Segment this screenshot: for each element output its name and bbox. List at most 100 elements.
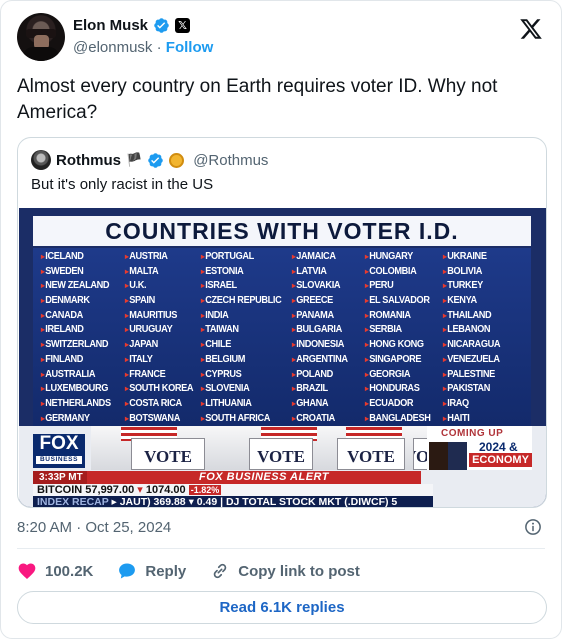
country-list: ICELAND AUSTRIA PORTUGAL JAMAICA HUNGARY UKRA… bbox=[33, 248, 531, 426]
country-item: FINLAND bbox=[41, 353, 118, 368]
country-item: ESTONIA bbox=[201, 265, 285, 280]
country-item: GHANA bbox=[292, 397, 359, 412]
country-item: INDONESIA bbox=[292, 338, 359, 353]
country-item: PERU bbox=[365, 279, 437, 294]
country-item: THAILAND bbox=[443, 309, 531, 324]
country-item: ECUADOR bbox=[365, 397, 437, 412]
alert-bar: 3:33P MT FOX BUSINESS ALERT bbox=[33, 471, 421, 484]
country-item: SWEDEN bbox=[41, 265, 118, 280]
country-item: FRANCE bbox=[125, 368, 195, 383]
country-item: PALESTINE bbox=[443, 368, 531, 383]
country-item: TURKEY bbox=[443, 279, 531, 294]
country-item: ROMANIA bbox=[365, 309, 437, 324]
country-item: JAPAN bbox=[125, 338, 195, 353]
copy-link-button[interactable]: Copy link to post bbox=[210, 561, 360, 581]
reply-button[interactable]: Reply bbox=[117, 561, 186, 581]
country-item: AUSTRIA bbox=[125, 250, 195, 265]
broadcast-lower-third: VOTE VOTE VOTE VOTE FOX BUSINESS COMING … bbox=[19, 426, 546, 507]
country-item: LATVIA bbox=[292, 265, 359, 280]
country-item: BANGLADESH bbox=[365, 412, 437, 427]
country-item: SOUTH KOREA bbox=[125, 382, 195, 397]
follow-button[interactable]: Follow bbox=[166, 39, 214, 56]
country-item: LITHUANIA bbox=[201, 397, 285, 412]
country-item: BOLIVIA bbox=[443, 265, 531, 280]
network-logo: FOX BUSINESS bbox=[33, 434, 85, 468]
coming-up-panel: COMING UP 2024 & ECONOMY bbox=[427, 426, 532, 470]
country-item: IRELAND bbox=[41, 323, 118, 338]
like-button[interactable]: 100.2K bbox=[17, 561, 93, 581]
quoted-author-name: Rothmus bbox=[56, 151, 121, 169]
country-item: HUNGARY bbox=[365, 250, 437, 265]
country-item: URUGUAY bbox=[125, 323, 195, 338]
country-item: CROATIA bbox=[292, 412, 359, 427]
country-item: PANAMA bbox=[292, 309, 359, 324]
country-item: ITALY bbox=[125, 353, 195, 368]
country-item: BULGARIA bbox=[292, 323, 359, 338]
country-item: HONDURAS bbox=[365, 382, 437, 397]
author-avatar[interactable] bbox=[17, 13, 65, 61]
tweet-timestamp[interactable]: 8:20 AM · Oct 25, 2024 bbox=[17, 519, 171, 536]
alert-time: 3:33P MT bbox=[33, 471, 87, 484]
country-item: EL SALVADOR bbox=[365, 294, 437, 309]
link-icon bbox=[213, 563, 227, 579]
x-logo-icon[interactable] bbox=[519, 17, 543, 41]
country-item: NEW ZEALAND bbox=[41, 279, 118, 294]
quoted-author-handle: @Rothmus bbox=[193, 151, 269, 169]
verified-badge-icon bbox=[148, 152, 163, 168]
quoted-text: But it's only racist in the US bbox=[31, 176, 214, 193]
country-item: CYPRUS bbox=[201, 368, 285, 383]
action-bar: 100.2K Reply Copy link to post bbox=[17, 558, 384, 584]
country-item: DENMARK bbox=[41, 294, 118, 309]
country-item: HONG KONG bbox=[365, 338, 437, 353]
country-item: CANADA bbox=[41, 309, 118, 324]
verified-badge-icon bbox=[154, 18, 169, 33]
coming-up-year: 2024 & bbox=[479, 440, 518, 454]
country-item: PORTUGAL bbox=[201, 250, 285, 265]
country-item: KENYA bbox=[443, 294, 531, 309]
coming-up-topic: ECONOMY bbox=[469, 453, 532, 467]
flag-icon: 🏴 bbox=[126, 152, 143, 167]
country-item: ISRAEL bbox=[201, 279, 285, 294]
country-item: ICELAND bbox=[41, 250, 118, 265]
country-item: SLOVAKIA bbox=[292, 279, 359, 294]
quoted-image[interactable]: COUNTRIES WITH VOTER I.D. ICELAND AUSTRIA… bbox=[19, 208, 546, 507]
country-item: CZECH REPUBLIC bbox=[201, 294, 285, 309]
country-item: BELGIUM bbox=[201, 353, 285, 368]
country-item: LEBANON bbox=[443, 323, 531, 338]
country-item: NETHERLANDS bbox=[41, 397, 118, 412]
country-item: BRAZIL bbox=[292, 382, 359, 397]
reply-bubble-icon bbox=[119, 563, 136, 579]
country-item: MALTA bbox=[125, 265, 195, 280]
vote-sign: VOTE bbox=[337, 438, 405, 470]
read-replies-button[interactable]: Read 6.1K replies bbox=[17, 591, 547, 624]
quoted-avatar bbox=[31, 150, 51, 170]
quoted-tweet[interactable]: Rothmus 🏴 @Rothmus But it's only racist … bbox=[17, 137, 547, 508]
country-item: HAITI bbox=[443, 412, 531, 427]
divider bbox=[17, 548, 545, 549]
alert-text: FOX BUSINESS ALERT bbox=[199, 471, 330, 483]
country-item: BOTSWANA bbox=[125, 412, 195, 427]
country-item: PAKISTAN bbox=[443, 382, 531, 397]
country-item: NICARAGUA bbox=[443, 338, 531, 353]
coming-up-photo bbox=[429, 442, 467, 470]
x-affiliate-badge-icon: 𝕏 bbox=[175, 18, 191, 33]
heart-icon bbox=[18, 563, 36, 579]
quoted-header: Rothmus 🏴 @Rothmus bbox=[31, 150, 268, 170]
country-item: TAIWAN bbox=[201, 323, 285, 338]
country-item: U.K. bbox=[125, 279, 195, 294]
ticker-bitcoin: BITCOIN 57,997.00 ▾ 1074.00 -1.82% bbox=[33, 484, 433, 496]
image-title: COUNTRIES WITH VOTER I.D. bbox=[33, 216, 531, 246]
country-item: VENEZUELA bbox=[443, 353, 531, 368]
country-item: ARGENTINA bbox=[292, 353, 359, 368]
info-icon[interactable] bbox=[524, 518, 542, 536]
country-item: SOUTH AFRICA bbox=[201, 412, 285, 427]
country-item: AUSTRALIA bbox=[41, 368, 118, 383]
author-name[interactable]: Elon Musk bbox=[73, 17, 148, 34]
vote-sign: VOTE bbox=[131, 438, 205, 470]
country-item: MAURITIUS bbox=[125, 309, 195, 324]
ticker-index: INDEX RECAP ▸ JAUT) 369.88 ▾ 0.49 | DJ T… bbox=[33, 496, 433, 507]
country-item: SWITZERLAND bbox=[41, 338, 118, 353]
author-handle[interactable]: @elonmusk bbox=[73, 39, 152, 56]
country-item: IRAQ bbox=[443, 397, 531, 412]
vote-scene: VOTE VOTE VOTE VOTE bbox=[91, 426, 443, 470]
